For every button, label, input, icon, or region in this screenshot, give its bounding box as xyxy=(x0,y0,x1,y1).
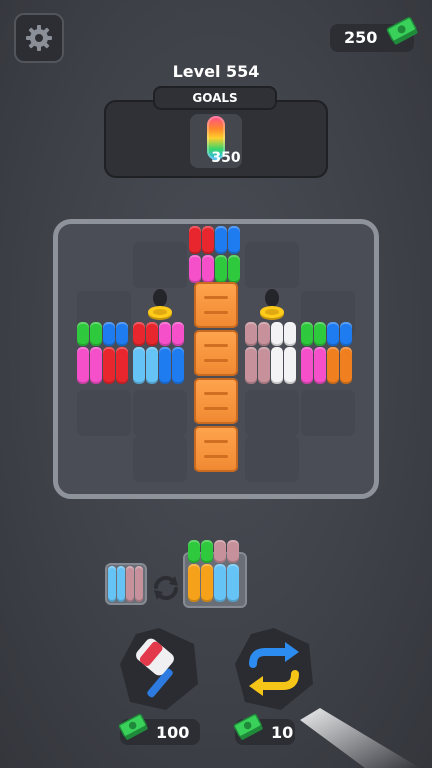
light-streak xyxy=(300,708,420,768)
board-cell[interactable] xyxy=(133,242,187,288)
board-cell[interactable] xyxy=(245,436,299,482)
wooden-crate xyxy=(194,330,238,376)
hammer-price: 100 xyxy=(118,713,200,745)
hammer-price-value: 100 xyxy=(156,723,190,742)
goal-count: 350 xyxy=(211,150,241,166)
currency-display: 250 xyxy=(330,17,418,52)
refresh-icon xyxy=(154,575,178,601)
cash-icon xyxy=(386,17,418,45)
currency-amount: 250 xyxy=(344,28,378,47)
cash-icon xyxy=(118,713,148,740)
spawner-icon xyxy=(260,289,284,320)
board-cell[interactable] xyxy=(245,390,299,436)
bead-stack[interactable] xyxy=(301,322,352,384)
gear-icon xyxy=(26,25,52,51)
wooden-crate xyxy=(194,426,238,472)
level-title: Level 554 xyxy=(172,62,260,81)
board-cell[interactable] xyxy=(77,390,131,436)
wooden-crate xyxy=(194,378,238,424)
board-cell[interactable] xyxy=(245,242,299,288)
wooden-crate xyxy=(194,282,238,328)
board-cell[interactable] xyxy=(301,390,355,436)
settings-button[interactable] xyxy=(14,13,64,63)
hammer-button[interactable] xyxy=(116,626,202,712)
board-cell[interactable] xyxy=(133,436,187,482)
cash-icon xyxy=(233,713,263,740)
bead-stack[interactable] xyxy=(77,322,128,384)
current-piece-stack[interactable] xyxy=(188,540,239,602)
board-cell[interactable] xyxy=(133,390,187,436)
goals-label: GOALS xyxy=(153,86,277,110)
bead-stack[interactable] xyxy=(245,322,296,384)
next-piece-stack xyxy=(108,566,143,602)
bead-stack[interactable] xyxy=(133,322,184,384)
bead-stack[interactable] xyxy=(189,226,240,283)
spawner-icon xyxy=(148,289,172,320)
